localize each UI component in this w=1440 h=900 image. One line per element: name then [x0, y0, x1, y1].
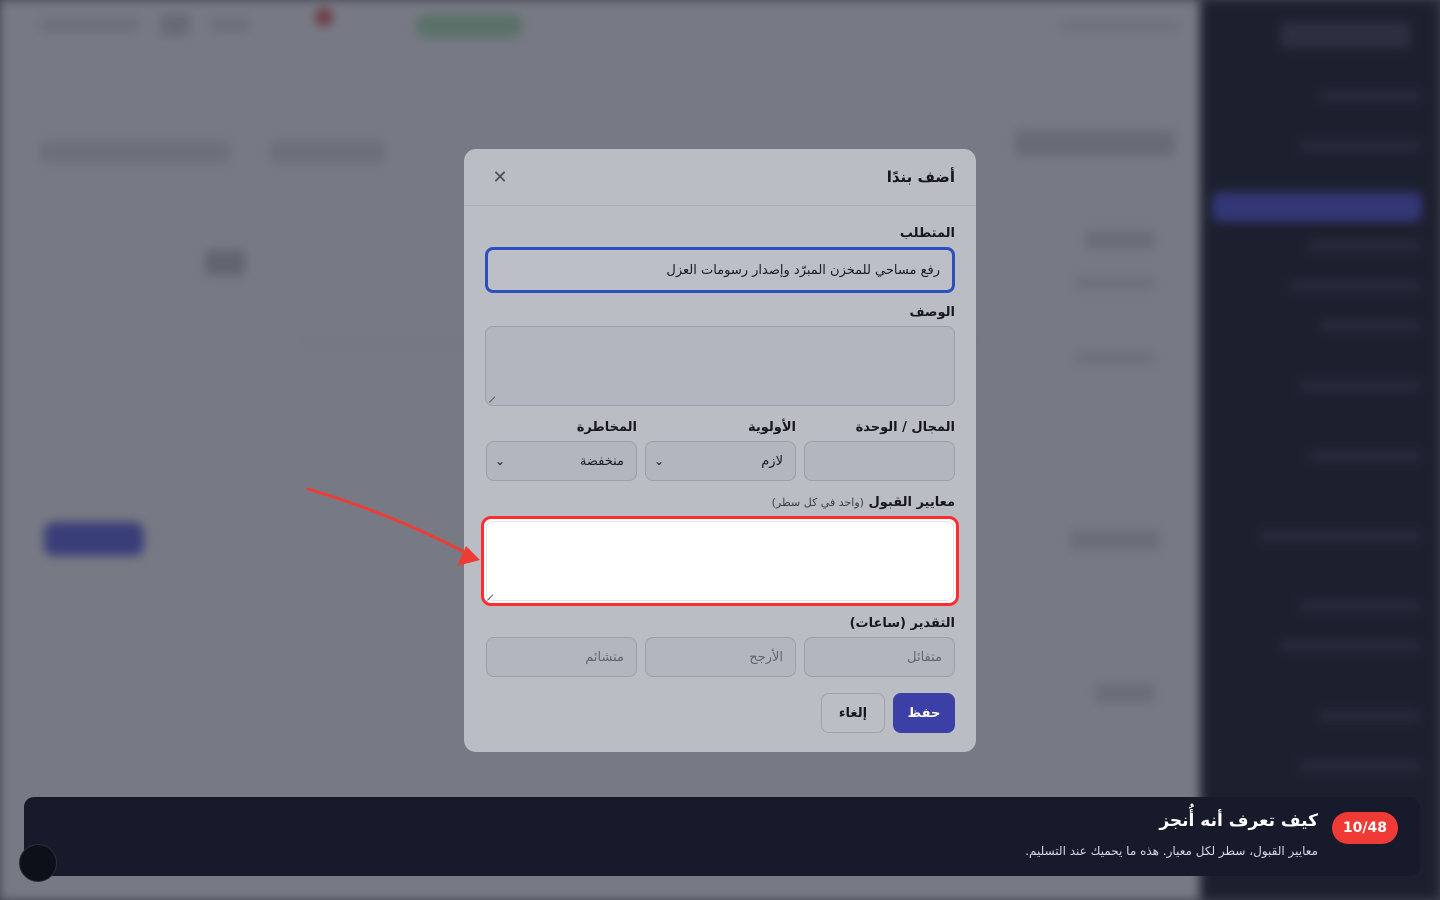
optimistic-input[interactable]: متفائل	[804, 637, 955, 677]
close-icon: ✕	[492, 166, 508, 188]
tour-panel: 10/48 كيف تعرف أنه أُنجز معايير القبول، …	[24, 797, 1420, 876]
tour-subtitle: معايير القبول، سطر لكل معيار. هذه ما يحم…	[1025, 844, 1318, 858]
domain-input[interactable]	[804, 441, 955, 481]
meta-fields-row: المجال / الوحدة الأولوية لازم ⌄ المخاطرة…	[485, 420, 955, 481]
priority-field: الأولوية لازم ⌄	[645, 420, 796, 481]
tour-title: كيف تعرف أنه أُنجز	[1159, 811, 1318, 831]
add-item-modal: أضف بندًا ✕ المتطلب رفع مساحي للمخزن الم…	[464, 149, 976, 752]
priority-label: الأولوية	[747, 420, 796, 435]
tour-step-badge: 10/48	[1331, 812, 1398, 844]
risk-select[interactable]: منخفضة ⌄	[486, 441, 637, 481]
modal-body: المتطلب رفع مساحي للمخزن المبرّد وإصدار …	[464, 206, 976, 733]
close-button[interactable]: ✕	[484, 161, 516, 193]
acceptance-hint: (واحد في كل سطر)	[771, 496, 864, 509]
priority-value: لازم	[761, 453, 783, 469]
requirement-label: المتطلب	[899, 226, 955, 241]
acceptance-label: معايير القبول (واحد في كل سطر)	[771, 495, 955, 510]
estimate-label: التقدير (ساعات)	[849, 616, 955, 631]
description-textarea[interactable]	[485, 326, 955, 409]
modal-header: أضف بندًا ✕	[464, 149, 976, 206]
description-label: الوصف	[909, 305, 955, 320]
priority-select[interactable]: لازم ⌄	[645, 441, 796, 481]
domain-field: المجال / الوحدة	[804, 420, 955, 481]
requirement-value: رفع مساحي للمخزن المبرّد وإصدار رسومات ا…	[666, 262, 940, 278]
risk-field: المخاطرة منخفضة ⌄	[486, 420, 637, 481]
requirement-input[interactable]: رفع مساحي للمخزن المبرّد وإصدار رسومات ا…	[485, 247, 955, 293]
acceptance-criteria-textarea[interactable]	[481, 516, 959, 607]
help-button[interactable]	[19, 844, 57, 882]
cancel-button[interactable]: إلغاء	[821, 693, 885, 733]
domain-label: المجال / الوحدة	[855, 420, 955, 435]
save-button[interactable]: حفظ	[893, 693, 955, 733]
modal-actions: حفظ إلغاء	[485, 693, 955, 733]
modal-title: أضف بندًا	[886, 168, 955, 186]
pessimistic-input[interactable]: متشائم	[486, 637, 637, 677]
resize-handle-icon[interactable]	[489, 396, 502, 409]
chevron-down-icon: ⌄	[654, 454, 665, 468]
tutorial-arrow-icon	[306, 487, 480, 566]
risk-value: منخفضة	[579, 453, 624, 469]
risk-label: المخاطرة	[576, 420, 637, 435]
chevron-down-icon: ⌄	[495, 454, 506, 468]
estimate-row: متفائل الأرجح متشائم	[485, 637, 955, 677]
likely-input[interactable]: الأرجح	[645, 637, 796, 677]
